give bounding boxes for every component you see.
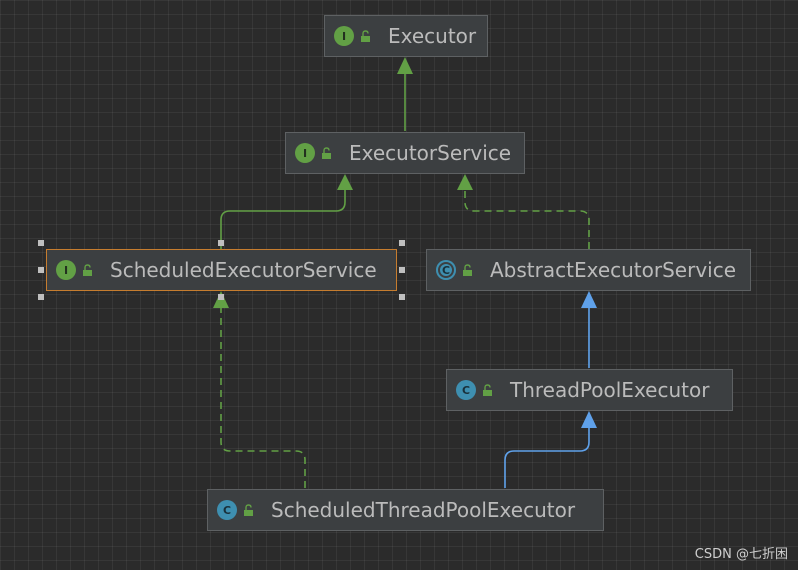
node-abstract-executor-service[interactable]: C AbstractExecutorService [426, 249, 751, 291]
class-icon: C [217, 500, 237, 520]
selection-handle-top-right[interactable] [399, 240, 405, 246]
lock-open-icon [462, 264, 475, 277]
edge-scheduledthreadpoolexecutor-scheduledexecutorservice [220, 308, 306, 488]
arrowhead-threadpoolexecutor [581, 411, 597, 428]
node-thread-pool-executor[interactable]: C ThreadPoolExecutor [446, 369, 733, 411]
interface-icon: I [56, 260, 76, 280]
node-label: ScheduledExecutorService [110, 258, 377, 282]
lock-open-icon [82, 264, 95, 277]
selection-handle-top-left[interactable] [38, 240, 44, 246]
lock-open-icon [243, 504, 256, 517]
node-scheduled-thread-pool-executor[interactable]: C ScheduledThreadPoolExecutor [207, 489, 604, 531]
selection-handle-bottom-right[interactable] [399, 294, 405, 300]
lock-open-icon [321, 147, 334, 160]
node-executor[interactable]: I Executor [324, 15, 488, 57]
selection-handle-bottom-middle[interactable] [218, 294, 224, 300]
selection-handle-middle-right[interactable] [399, 267, 405, 273]
interface-icon: I [334, 26, 354, 46]
node-label: ScheduledThreadPoolExecutor [271, 498, 576, 522]
lock-open-icon [360, 30, 373, 43]
node-label: ExecutorService [349, 141, 512, 165]
class-icon: C [456, 380, 476, 400]
node-label: Executor [388, 24, 477, 48]
node-label: ThreadPoolExecutor [510, 378, 710, 402]
node-label: AbstractExecutorService [490, 258, 737, 282]
watermark: CSDN @七折困 [694, 547, 788, 562]
arrowhead-executorservice-right [457, 174, 473, 190]
selection-handle-middle-left[interactable] [38, 267, 44, 273]
edge-scheduledexecutorservice-executorservice [220, 190, 346, 249]
interface-icon: I [295, 143, 315, 163]
arrowhead-abstractexecutorservice [581, 291, 597, 308]
abstract-class-icon: C [436, 260, 456, 280]
edge-scheduledthreadpoolexecutor-threadpoolexecutor [504, 428, 590, 488]
selection-handle-bottom-left[interactable] [38, 294, 44, 300]
edge-abstractexecutorservice-executorservice [464, 190, 590, 249]
node-scheduled-executor-service[interactable]: I ScheduledExecutorService [46, 249, 397, 291]
arrowhead-executor [397, 57, 413, 74]
node-executor-service[interactable]: I ExecutorService [285, 132, 525, 174]
arrowhead-executorservice-left [337, 174, 353, 190]
lock-open-icon [482, 384, 495, 397]
selection-handle-top-middle[interactable] [218, 240, 224, 246]
